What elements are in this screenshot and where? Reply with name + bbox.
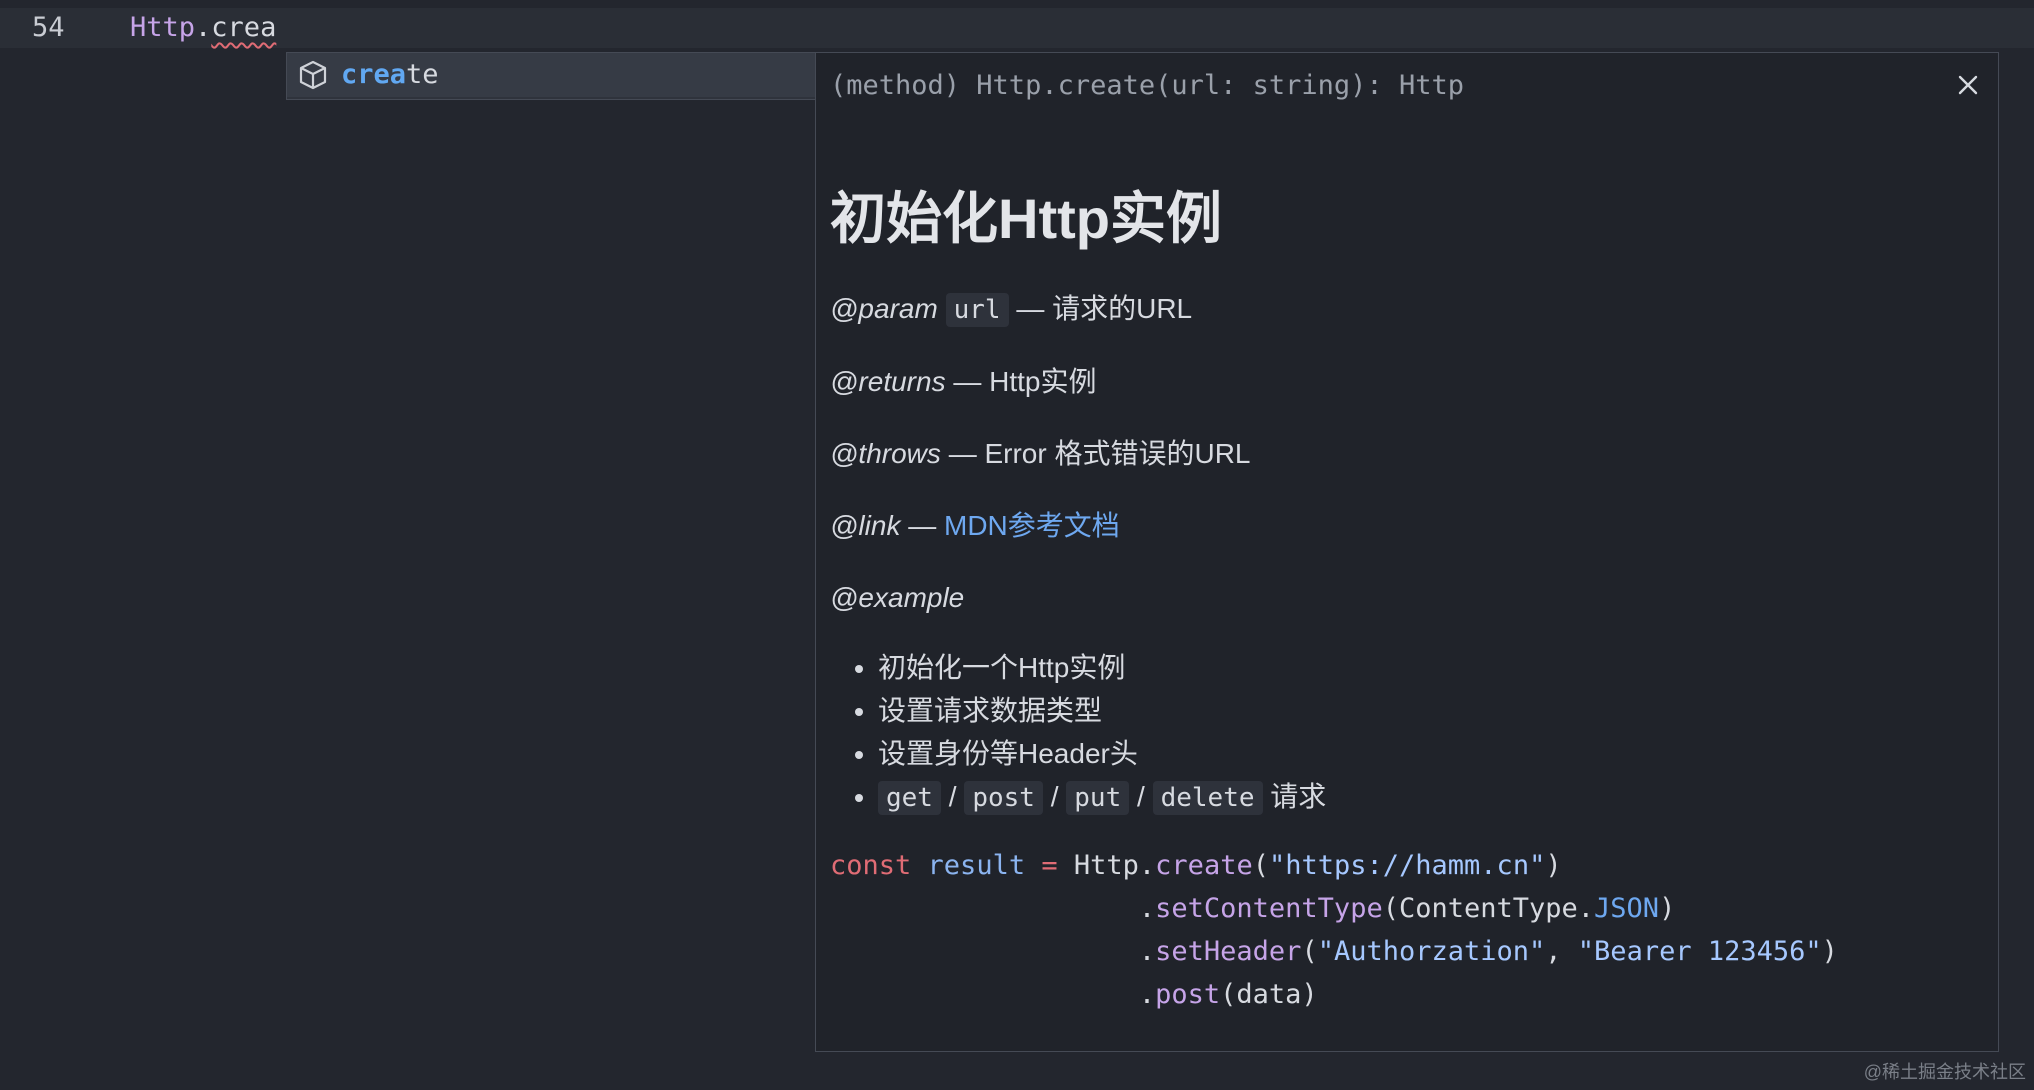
suggest-item-create[interactable]: create bbox=[287, 53, 815, 97]
code-punct: ( bbox=[1301, 936, 1318, 967]
slash: / bbox=[1050, 781, 1059, 812]
code-dot: . bbox=[1138, 893, 1156, 924]
code-args: (data) bbox=[1220, 979, 1318, 1010]
current-editor-line[interactable]: 54 Http.crea bbox=[0, 8, 2034, 48]
code-constant: JSON bbox=[1594, 893, 1660, 924]
suggest-match-text: crea bbox=[341, 59, 407, 90]
code-class-token: Http bbox=[130, 12, 196, 43]
cube-icon bbox=[297, 59, 329, 91]
watermark: @稀土掘金技术社区 bbox=[1863, 1062, 2026, 1082]
code-operator: = bbox=[1041, 850, 1058, 881]
param-line: @param url — 请求的URL bbox=[830, 291, 1978, 328]
suggest-rest-text: te bbox=[406, 59, 439, 90]
documentation: 初始化Http实例 @param url — 请求的URL @returns —… bbox=[830, 183, 1978, 1016]
methods-suffix: 请求 bbox=[1270, 781, 1327, 812]
list-item: 设置请求数据类型 bbox=[878, 689, 1978, 732]
code-method: setHeader bbox=[1155, 936, 1302, 967]
close-icon bbox=[1948, 75, 1988, 109]
link-line: @link — MDN参考文档 bbox=[830, 508, 1978, 544]
code-punct: ( bbox=[1252, 850, 1269, 881]
list-item: 初始化一个Http实例 bbox=[878, 646, 1978, 689]
throws-line: @throws — Error 格式错误的URL bbox=[830, 436, 1978, 472]
code-string: "https://hamm.cn" bbox=[1268, 850, 1546, 881]
code-object: Http. bbox=[1073, 850, 1156, 881]
method-get: get bbox=[878, 781, 941, 815]
suggest-widget[interactable]: create bbox=[286, 52, 816, 100]
list-item-methods: get / post / put / delete 请求 bbox=[878, 775, 1978, 820]
close-button[interactable] bbox=[1948, 65, 1988, 105]
example-list: 初始化一个Http实例 设置请求数据类型 设置身份等Header头 get / … bbox=[830, 646, 1978, 820]
returns-tag: @returns bbox=[830, 366, 946, 397]
throws-text: — Error 格式错误的URL bbox=[948, 438, 1251, 469]
method-delete: delete bbox=[1152, 781, 1263, 815]
example-line: @example bbox=[830, 580, 1978, 616]
slash: / bbox=[1137, 781, 1145, 812]
code-punct: ) bbox=[1659, 893, 1676, 924]
code-method: create bbox=[1155, 850, 1253, 881]
returns-text: — Http实例 bbox=[953, 366, 1097, 397]
code-punct: ) bbox=[1821, 936, 1838, 967]
doc-title: 初始化Http实例 bbox=[830, 187, 1222, 250]
link-tag: @link bbox=[830, 510, 901, 541]
code-partial-token: crea bbox=[211, 12, 277, 43]
code-dot-token: . bbox=[195, 12, 212, 43]
mdn-link[interactable]: MDN参考文档 bbox=[944, 510, 1120, 541]
code-method: post bbox=[1155, 979, 1221, 1010]
method-signature: (method) Http.create(url: string): Http bbox=[830, 70, 1464, 101]
link-separator: — bbox=[908, 510, 937, 541]
example-code-block: const result = Http.create("https://hamm… bbox=[830, 844, 1978, 1016]
slash: / bbox=[948, 781, 957, 812]
code-dot: . bbox=[1138, 936, 1156, 967]
list-item: 设置身份等Header头 bbox=[878, 732, 1978, 775]
returns-line: @returns — Http实例 bbox=[830, 364, 1978, 400]
example-tag: @example bbox=[830, 582, 965, 613]
method-post: post bbox=[964, 781, 1043, 815]
code-keyword: const bbox=[830, 850, 912, 881]
code-variable: result bbox=[927, 850, 1026, 881]
code-input[interactable]: Http.crea bbox=[130, 8, 276, 48]
code-args: (ContentType. bbox=[1382, 893, 1595, 924]
code-punct: ) bbox=[1545, 850, 1562, 881]
details-panel: (method) Http.create(url: string): Http … bbox=[815, 52, 1999, 1052]
code-dot: . bbox=[1138, 979, 1156, 1010]
code-method: setContentType bbox=[1155, 893, 1383, 924]
param-name: url bbox=[945, 293, 1009, 327]
param-text: — 请求的URL bbox=[1016, 293, 1193, 324]
throws-tag: @throws bbox=[830, 438, 941, 469]
suggest-item-label: create bbox=[341, 53, 439, 97]
code-punct: , bbox=[1545, 936, 1578, 967]
code-string: "Bearer 123456" bbox=[1577, 936, 1822, 967]
line-number: 54 bbox=[32, 12, 65, 43]
param-tag: @param bbox=[830, 293, 938, 324]
code-string: "Authorzation" bbox=[1317, 936, 1546, 967]
method-put: put bbox=[1066, 781, 1130, 815]
